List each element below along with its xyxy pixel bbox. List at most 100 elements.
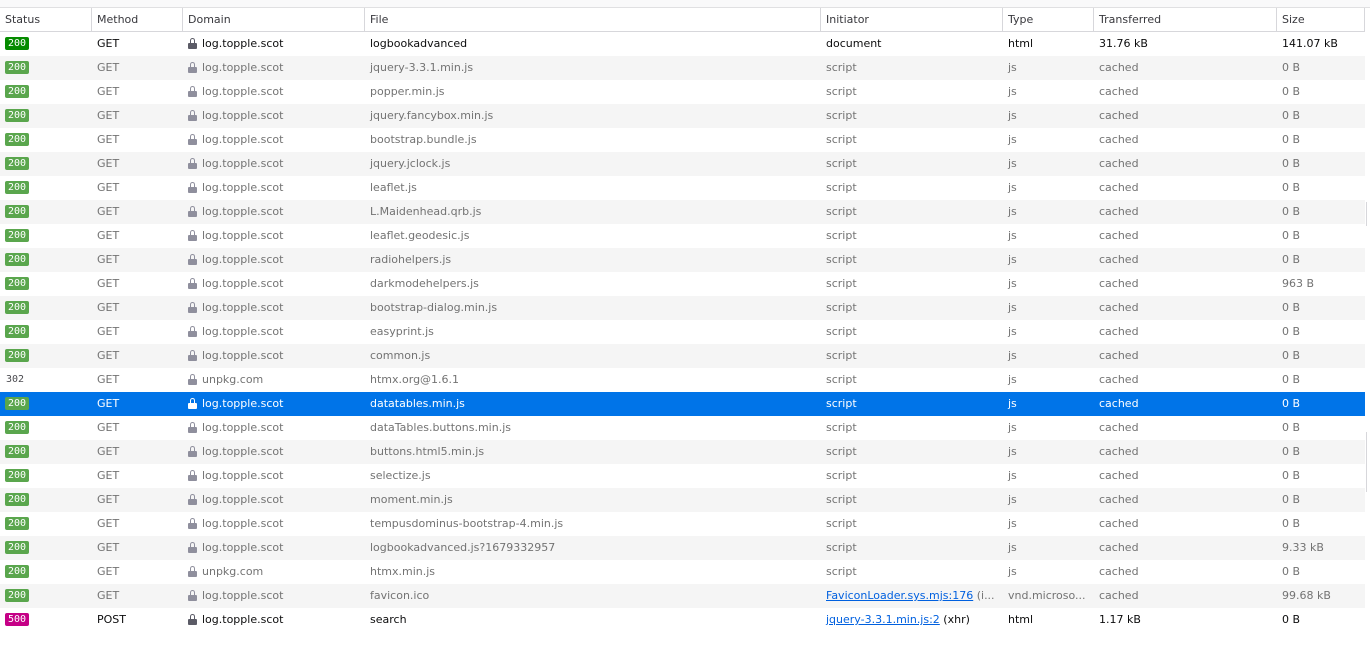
file-cell: htmx.org@1.6.1: [370, 373, 460, 386]
request-row[interactable]: 200 GET log.topple.scot datatables.min.js sc…: [0, 392, 1365, 416]
domain-cell: log.topple.scot: [183, 200, 365, 224]
transferred-cell: cached: [1099, 229, 1139, 242]
request-row[interactable]: 302 GET unpkg.com htmx.org@1.6.1 script js cac…: [0, 368, 1365, 392]
request-row[interactable]: 200 GET log.topple.scot common.js script js ca…: [0, 344, 1365, 368]
size-cell: 0 B: [1282, 85, 1301, 98]
domain-cell: log.topple.scot: [183, 32, 365, 56]
lock-icon: [188, 181, 197, 193]
column-header-type[interactable]: Type: [1003, 8, 1094, 31]
status-cell: 200: [0, 200, 92, 224]
status-cell: 200: [0, 488, 92, 512]
file-cell: htmx.min.js: [370, 565, 436, 578]
file-cell: moment.min.js: [370, 493, 453, 506]
initiator-cell: script: [826, 229, 857, 242]
column-header-initiator[interactable]: Initiator: [821, 8, 1003, 31]
type-cell: js: [1008, 277, 1017, 290]
lock-icon: [188, 229, 197, 241]
type-cell: html: [1008, 37, 1034, 50]
initiator-link[interactable]: FaviconLoader.sys.mjs:176: [826, 589, 973, 602]
request-row[interactable]: 200 GET log.topple.scot dataTables.buttons.…: [0, 416, 1365, 440]
transferred-cell: cached: [1099, 517, 1139, 530]
method-cell: GET: [97, 469, 120, 482]
request-row[interactable]: 500 POST log.topple.scot search jquery-3.3.1…: [0, 608, 1365, 632]
transferred-cell: cached: [1099, 445, 1139, 458]
status-cell: 500: [0, 608, 92, 632]
file-cell: leaflet.js: [370, 181, 417, 194]
domain-cell: log.topple.scot: [183, 56, 365, 80]
column-header-domain[interactable]: Domain: [183, 8, 365, 31]
size-cell: 963 B: [1282, 277, 1315, 290]
request-row[interactable]: 200 GET log.topple.scot leaflet.geodesic.js…: [0, 224, 1365, 248]
column-header-status[interactable]: Status: [0, 8, 92, 31]
transferred-cell: cached: [1099, 325, 1139, 338]
size-cell: 0 B: [1282, 469, 1301, 482]
initiator-cell: script: [826, 109, 857, 122]
transferred-cell: cached: [1099, 469, 1139, 482]
request-row[interactable]: 200 GET log.topple.scot logbookadvanced docu…: [0, 32, 1365, 56]
lock-icon: [188, 157, 197, 169]
size-cell: 0 B: [1282, 181, 1301, 194]
domain-cell: log.topple.scot: [183, 320, 365, 344]
lock-icon: [188, 469, 197, 481]
request-row[interactable]: 200 GET log.topple.scot darkmodehelpers.js s…: [0, 272, 1365, 296]
domain-cell: log.topple.scot: [183, 608, 365, 632]
lock-icon: [188, 205, 197, 217]
request-row[interactable]: 200 GET log.topple.scot jquery.fancybox.min…: [0, 104, 1365, 128]
request-row[interactable]: 200 GET log.topple.scot logbookadvanced.js?…: [0, 536, 1365, 560]
transferred-cell: cached: [1099, 421, 1139, 434]
request-row[interactable]: 200 GET log.topple.scot popper.min.js script…: [0, 80, 1365, 104]
request-row[interactable]: 200 GET log.topple.scot selectize.js script j…: [0, 464, 1365, 488]
status-cell: 200: [0, 248, 92, 272]
initiator-cell: script: [826, 517, 857, 530]
domain-label: log.topple.scot: [202, 157, 284, 170]
initiator-cell: script: [826, 373, 857, 386]
request-row[interactable]: 200 GET log.topple.scot moment.min.js script…: [0, 488, 1365, 512]
scrollbar[interactable]: [1365, 32, 1370, 649]
transferred-cell: cached: [1099, 301, 1139, 314]
request-row[interactable]: 200 GET log.topple.scot jquery-3.3.1.min.js…: [0, 56, 1365, 80]
request-row[interactable]: 200 GET log.topple.scot buttons.html5.min.j…: [0, 440, 1365, 464]
initiator-cell: script: [826, 157, 857, 170]
lock-icon: [188, 253, 197, 265]
type-cell: js: [1008, 229, 1017, 242]
type-cell: js: [1008, 61, 1017, 74]
scrollbar-divider: [1366, 432, 1370, 492]
initiator-cell: script: [826, 253, 857, 266]
request-list: 200 GET log.topple.scot logbookadvanced docu…: [0, 32, 1365, 632]
domain-label: log.topple.scot: [202, 37, 284, 50]
status-badge: 200: [5, 60, 30, 74]
status-cell: 200: [0, 560, 92, 584]
type-cell: js: [1008, 397, 1017, 410]
size-cell: 0 B: [1282, 229, 1301, 242]
request-row[interactable]: 200 GET log.topple.scot tempusdominus-boots…: [0, 512, 1365, 536]
request-row[interactable]: 200 GET log.topple.scot easyprint.js script j…: [0, 320, 1365, 344]
method-cell: GET: [97, 277, 120, 290]
status-badge: 302: [6, 373, 25, 385]
initiator-link[interactable]: jquery-3.3.1.min.js:2: [826, 613, 940, 626]
scrollbar-divider: [1366, 202, 1370, 226]
status-cell: 200: [0, 56, 92, 80]
column-header-size[interactable]: Size: [1277, 8, 1365, 31]
method-cell: GET: [97, 181, 120, 194]
request-row[interactable]: 200 GET log.topple.scot bootstrap.bundle.js…: [0, 128, 1365, 152]
type-cell: js: [1008, 253, 1017, 266]
column-header-method[interactable]: Method: [92, 8, 183, 31]
request-row[interactable]: 200 GET log.topple.scot favicon.ico FaviconL…: [0, 584, 1365, 608]
column-header-transferred[interactable]: Transferred: [1094, 8, 1277, 31]
file-cell: tempusdominus-bootstrap-4.min.js: [370, 517, 564, 530]
initiator-cell: script: [826, 421, 857, 434]
domain-cell: unpkg.com: [183, 560, 365, 584]
column-header-file[interactable]: File: [365, 8, 821, 31]
type-cell: js: [1008, 181, 1017, 194]
request-row[interactable]: 200 GET log.topple.scot radiohelpers.js scri…: [0, 248, 1365, 272]
request-row[interactable]: 200 GET log.topple.scot leaflet.js script js c…: [0, 176, 1365, 200]
request-row[interactable]: 200 GET log.topple.scot bootstrap-dialog.mi…: [0, 296, 1365, 320]
transferred-cell: cached: [1099, 181, 1139, 194]
request-row[interactable]: 200 GET log.topple.scot jquery.jclock.js scr…: [0, 152, 1365, 176]
request-row[interactable]: 200 GET unpkg.com htmx.min.js script js cached…: [0, 560, 1365, 584]
domain-label: log.topple.scot: [202, 301, 284, 314]
status-cell: 200: [0, 296, 92, 320]
request-row[interactable]: 200 GET log.topple.scot L.Maidenhead.qrb.js…: [0, 200, 1365, 224]
status-badge: 200: [5, 564, 30, 578]
transferred-cell: cached: [1099, 85, 1139, 98]
